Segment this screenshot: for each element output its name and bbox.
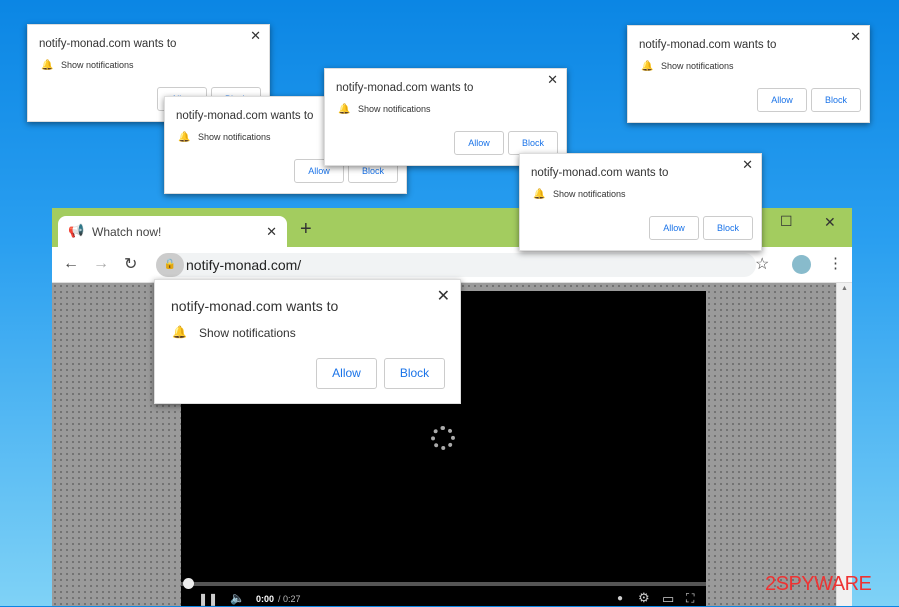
allow-button[interactable]: Allow bbox=[757, 88, 807, 112]
block-button[interactable]: Block bbox=[703, 216, 753, 240]
scrollbar[interactable]: ▲ bbox=[836, 283, 852, 606]
notification-popup: notify-monad.com wants to ✕ 🔔 Show notif… bbox=[519, 153, 762, 251]
popup-close-button[interactable]: ✕ bbox=[437, 286, 450, 306]
url-text[interactable]: notify-monad.com/ bbox=[186, 257, 301, 273]
popup-message: Show notifications bbox=[198, 132, 271, 142]
notification-popup: notify-monad.com wants to ✕ 🔔 Show notif… bbox=[627, 25, 870, 123]
browser-window: 📢 Whatch now! ✕ + ☐ ✕ ← → ↻ 🔒 notify-mon… bbox=[52, 208, 852, 606]
pause-icon[interactable]: ❚❚ bbox=[198, 592, 218, 606]
fullscreen-icon[interactable]: ⛶ bbox=[686, 591, 694, 606]
block-button[interactable]: Block bbox=[811, 88, 861, 112]
scroll-up-icon[interactable]: ▲ bbox=[841, 285, 848, 292]
tab-title: Whatch now! bbox=[92, 225, 162, 239]
bell-icon: 🔔 bbox=[641, 61, 654, 72]
popup-close-button[interactable]: ✕ bbox=[742, 157, 753, 173]
popup-message: Show notifications bbox=[358, 104, 431, 114]
popup-title: notify-monad.com wants to bbox=[639, 39, 777, 51]
popup-title: notify-monad.com wants to bbox=[531, 167, 669, 179]
star-icon[interactable]: ☆ bbox=[755, 254, 769, 274]
progress-handle[interactable] bbox=[183, 578, 194, 589]
popup-close-button[interactable]: ✕ bbox=[547, 72, 558, 88]
time-current: 0:00 bbox=[256, 594, 275, 604]
bell-icon: 🔔 bbox=[41, 60, 54, 71]
forward-icon[interactable]: → bbox=[93, 255, 109, 273]
tab-close-icon[interactable]: ✕ bbox=[266, 224, 277, 240]
notification-popup-main: notify-monad.com wants to ✕ 🔔 Show notif… bbox=[154, 279, 461, 404]
clock-icon[interactable]: ● bbox=[617, 593, 623, 604]
toolbar: ← → ↻ 🔒 notify-monad.com/ ☆ ⋮ bbox=[52, 247, 852, 283]
popup-message: Show notifications bbox=[553, 189, 626, 199]
popup-message: Show notifications bbox=[199, 326, 296, 340]
bell-icon: 🔔 bbox=[172, 325, 187, 339]
popup-title: notify-monad.com wants to bbox=[336, 82, 474, 94]
progress-bar[interactable] bbox=[181, 582, 706, 586]
popup-close-button[interactable]: ✕ bbox=[250, 28, 261, 44]
popup-title: notify-monad.com wants to bbox=[171, 298, 339, 314]
allow-button[interactable]: Allow bbox=[649, 216, 699, 240]
new-tab-button[interactable]: + bbox=[300, 218, 312, 241]
back-icon[interactable]: ← bbox=[63, 255, 79, 273]
loading-spinner-icon bbox=[431, 426, 455, 450]
avatar[interactable] bbox=[792, 255, 811, 274]
volume-icon[interactable]: 🔈 bbox=[230, 591, 245, 605]
allow-button[interactable]: Allow bbox=[316, 358, 377, 389]
settings-icon[interactable]: ⚙ bbox=[638, 590, 650, 606]
popup-close-button[interactable]: ✕ bbox=[850, 29, 861, 45]
theater-icon[interactable]: ▭ bbox=[662, 591, 674, 607]
allow-button[interactable]: Allow bbox=[454, 131, 504, 155]
bell-icon: 🔔 bbox=[178, 132, 191, 143]
reload-icon[interactable]: ↻ bbox=[124, 254, 137, 274]
lock-icon[interactable]: 🔒 bbox=[156, 253, 184, 277]
tab-watch-now[interactable]: 📢 Whatch now! ✕ bbox=[58, 216, 287, 248]
window-close-button[interactable]: ✕ bbox=[824, 214, 836, 231]
watermark-logo: 2SPYWARE bbox=[765, 573, 872, 595]
menu-icon[interactable]: ⋮ bbox=[828, 254, 843, 272]
address-bar[interactable]: 🔒 notify-monad.com/ bbox=[156, 253, 756, 277]
bell-icon: 🔔 bbox=[533, 189, 546, 200]
popup-title: notify-monad.com wants to bbox=[39, 38, 177, 50]
megaphone-icon: 📢 bbox=[68, 223, 85, 238]
block-button[interactable]: Block bbox=[508, 131, 558, 155]
notification-popup: notify-monad.com wants to ✕ 🔔 Show notif… bbox=[324, 68, 567, 166]
bell-icon: 🔔 bbox=[338, 104, 351, 115]
block-button[interactable]: Block bbox=[384, 358, 445, 389]
popup-title: notify-monad.com wants to bbox=[176, 110, 314, 122]
time-total: / 0:27 bbox=[278, 594, 301, 604]
maximize-button[interactable]: ☐ bbox=[780, 213, 793, 230]
popup-message: Show notifications bbox=[661, 61, 734, 71]
popup-message: Show notifications bbox=[61, 60, 134, 70]
